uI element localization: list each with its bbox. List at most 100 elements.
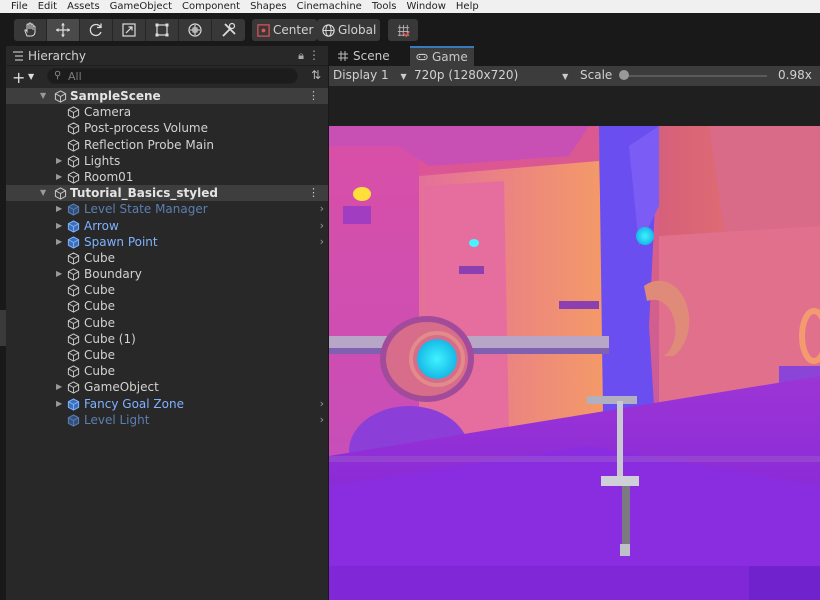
hierarchy-item[interactable]: Reflection Probe Main [6, 137, 328, 153]
tab-game[interactable]: Game [410, 46, 474, 66]
menu-item-assets[interactable]: Assets [67, 0, 100, 13]
rotate-icon [89, 23, 102, 37]
scale-slider-track[interactable] [622, 75, 767, 77]
space-global-button[interactable]: Global [317, 19, 381, 41]
scale-icon [122, 23, 136, 37]
chevron-right-icon[interactable]: › [320, 396, 324, 412]
hierarchy-item-label: Cube [84, 250, 115, 265]
tool-group [14, 19, 245, 41]
hierarchy-search-bar: + ▼ ⚲ ⇅ [6, 66, 328, 88]
hand-tool-button[interactable] [14, 19, 47, 41]
fold-right-icon[interactable]: ▶ [56, 218, 62, 234]
hierarchy-item[interactable]: Cube [6, 250, 328, 266]
transform-tool-button[interactable] [179, 19, 212, 41]
game-viewport[interactable] [329, 126, 820, 600]
chevron-right-icon[interactable]: › [320, 218, 324, 234]
hierarchy-item[interactable]: Cube [6, 298, 328, 314]
pivot-center-button[interactable]: Center [252, 19, 318, 41]
hierarchy-tab[interactable]: Hierarchy 🔒︎ ⋮ [6, 46, 328, 66]
hierarchy-item[interactable]: ▶ GameObject [6, 379, 328, 395]
unity-scene-icon [54, 187, 67, 200]
rect-tool-button[interactable] [146, 19, 179, 41]
chevron-right-icon[interactable]: › [320, 234, 324, 250]
fold-down-icon[interactable]: ▼ [40, 88, 46, 104]
hierarchy-item[interactable]: Post-process Volume [6, 120, 328, 136]
game-control-bar: Display 1 ▼ 720p (1280x720) ▼ Scale 0.98… [329, 66, 820, 86]
tab-game-label: Game [432, 50, 468, 64]
hierarchy-item[interactable]: Cube [6, 315, 328, 331]
grid-snap-button[interactable] [388, 19, 418, 41]
hierarchy-item[interactable]: ▶ Spawn Point › [6, 234, 328, 250]
scale-tool-button[interactable] [113, 19, 146, 41]
menu-item-file[interactable]: File [11, 0, 28, 13]
menu-item-component[interactable]: Component [182, 0, 240, 13]
scene-row[interactable]: ▼ SampleScene ⋮ [6, 88, 328, 105]
fold-right-icon[interactable]: ▶ [56, 234, 62, 250]
move-tool-button[interactable] [47, 19, 80, 41]
scale-slider-handle[interactable] [619, 70, 629, 80]
hierarchy-item[interactable]: ▶ Fancy Goal Zone › [6, 396, 328, 412]
custom-tool-button[interactable] [212, 19, 245, 41]
menu-item-edit[interactable]: Edit [38, 0, 57, 13]
hierarchy-item[interactable]: ▶ Level State Manager › [6, 201, 328, 217]
game-panel: Scene Game Display 1 ▼ 720p (1280x720) ▼… [329, 46, 820, 600]
hierarchy-item[interactable]: ▶ Room01 [6, 169, 328, 185]
scene-label: Tutorial_Basics_styled [70, 186, 218, 201]
gameobject-cube-icon [67, 138, 80, 152]
panel-resize-handle[interactable] [0, 310, 6, 346]
search-input[interactable] [68, 69, 288, 83]
more-options-icon[interactable]: ⋮ [308, 88, 319, 104]
display-label: Display 1 [333, 68, 389, 82]
menu-item-cinemachine[interactable]: Cinemachine [297, 0, 362, 13]
hierarchy-item[interactable]: Cube [6, 363, 328, 379]
chevron-down-icon: ▼ [562, 72, 569, 81]
prefab-cube-icon [67, 236, 80, 249]
more-options-icon[interactable]: ⋮ [308, 185, 319, 201]
hierarchy-item[interactable]: ▶ Lights [6, 153, 328, 169]
scale-label: Scale [580, 68, 613, 82]
game-tabs: Scene Game [329, 46, 820, 66]
scene-row[interactable]: ▼ Tutorial_Basics_styled ⋮ [6, 185, 328, 202]
space-label: Global [338, 23, 377, 37]
sort-icon[interactable]: ⇅ [311, 68, 321, 82]
hierarchy-item-label: Level State Manager [84, 202, 208, 217]
chevron-down-icon[interactable]: ▼ [28, 72, 34, 81]
chevron-right-icon[interactable]: › [320, 201, 324, 217]
globe-icon [322, 23, 335, 37]
hierarchy-item[interactable]: Cube [6, 282, 328, 298]
hierarchy-item-label: Arrow [84, 218, 119, 233]
chevron-right-icon[interactable]: › [320, 412, 324, 428]
hierarchy-item[interactable]: Cube (1) [6, 331, 328, 347]
fold-down-icon[interactable]: ▼ [40, 185, 46, 201]
fold-right-icon[interactable]: ▶ [56, 266, 62, 282]
menu-item-gameobject[interactable]: GameObject [110, 0, 172, 13]
unity-scene-icon [54, 90, 67, 103]
gameobject-cube-icon [67, 381, 80, 395]
fold-right-icon[interactable]: ▶ [56, 379, 62, 395]
fold-right-icon[interactable]: ▶ [56, 153, 62, 169]
lock-icon[interactable]: 🔒︎ [298, 49, 304, 63]
search-field[interactable]: ⚲ [47, 68, 298, 84]
rotate-tool-button[interactable] [80, 19, 113, 41]
hierarchy-item[interactable]: Level Light › [6, 412, 328, 428]
menu-item-shapes[interactable]: Shapes [250, 0, 287, 13]
display-dropdown[interactable]: Display 1 ▼ [333, 68, 407, 82]
hierarchy-item-label: Cube [84, 348, 115, 362]
hierarchy-item[interactable]: Camera [6, 104, 328, 120]
more-options-icon[interactable]: ⋮ [308, 48, 320, 62]
menu-item-window[interactable]: Window [406, 0, 445, 13]
gameobject-cube-icon [67, 316, 80, 330]
fold-right-icon[interactable]: ▶ [56, 396, 62, 412]
fold-right-icon[interactable]: ▶ [56, 169, 62, 185]
add-object-button[interactable]: + [12, 68, 25, 87]
hierarchy-item[interactable]: Cube [6, 347, 328, 363]
hierarchy-item-label: Level Light [84, 412, 150, 427]
hierarchy-item[interactable]: ▶ Boundary [6, 266, 328, 282]
hierarchy-item[interactable]: ▶ Arrow › [6, 218, 328, 234]
resolution-dropdown[interactable]: 720p (1280x720) ▼ [414, 68, 568, 82]
tab-scene[interactable]: Scene [331, 46, 396, 66]
menu-item-help[interactable]: Help [456, 0, 479, 13]
game-render-image [329, 126, 820, 600]
menu-item-tools[interactable]: Tools [372, 0, 397, 13]
fold-right-icon[interactable]: ▶ [56, 201, 62, 217]
